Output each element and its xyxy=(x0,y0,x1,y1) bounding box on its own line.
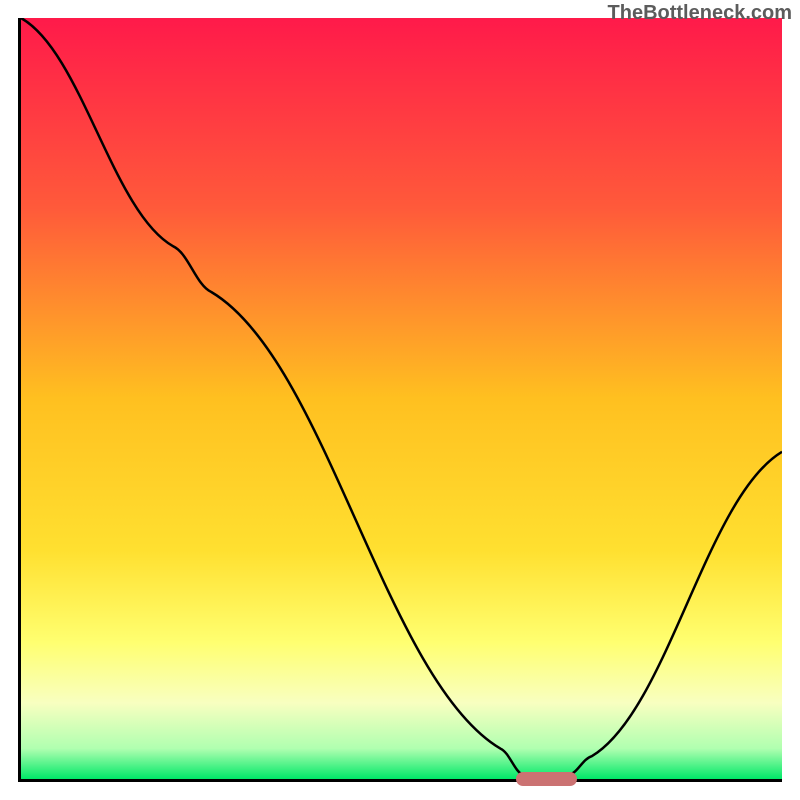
optimal-marker xyxy=(516,772,577,786)
bottleneck-curve xyxy=(21,18,782,779)
watermark-text: TheBottleneck.com xyxy=(608,2,792,25)
chart-plot-area xyxy=(18,18,782,782)
